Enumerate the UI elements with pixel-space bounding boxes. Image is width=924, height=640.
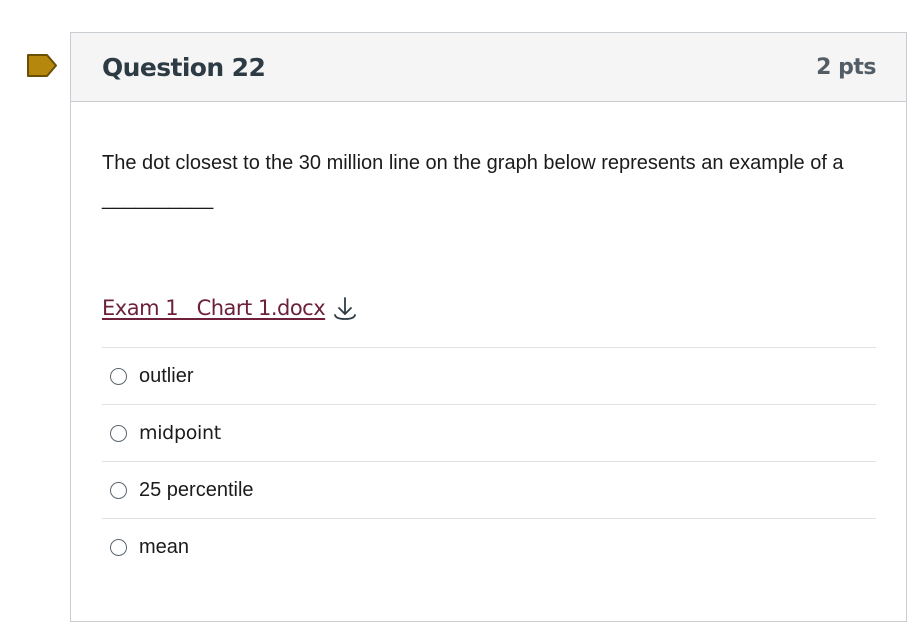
- answer-label: midpoint: [139, 422, 221, 444]
- question-header: Question 22 2 pts: [71, 33, 906, 102]
- attachment: Exam 1 Chart 1.docx: [102, 291, 876, 325]
- answer-label: outlier: [139, 364, 194, 387]
- attachment-link[interactable]: Exam 1 Chart 1.docx: [102, 296, 326, 320]
- radio-button[interactable]: [110, 481, 127, 499]
- answer-option-midpoint[interactable]: midpoint: [102, 405, 876, 462]
- question-body: The dot closest to the 30 million line o…: [71, 145, 906, 576]
- question-title: Question 22: [102, 52, 266, 82]
- question-text: The dot closest to the 30 million line o…: [102, 152, 844, 210]
- answer-option-25-percentile[interactable]: 25 percentile: [102, 462, 876, 519]
- answer-label: 25 percentile: [139, 478, 254, 501]
- radio-button[interactable]: [110, 424, 127, 442]
- answer-list: outlier midpoint 25 percentile mean: [102, 347, 876, 576]
- answer-option-outlier[interactable]: outlier: [102, 348, 876, 405]
- question-points: 2 pts: [816, 54, 876, 80]
- radio-button[interactable]: [110, 367, 127, 385]
- radio-button[interactable]: [110, 539, 127, 556]
- bookmark-flag-icon[interactable]: [26, 53, 58, 78]
- download-icon[interactable]: [333, 295, 357, 321]
- answer-label: mean: [139, 536, 190, 558]
- answer-option-mean[interactable]: mean: [102, 519, 876, 576]
- question-card: Question 22 2 pts The dot closest to the…: [70, 32, 907, 622]
